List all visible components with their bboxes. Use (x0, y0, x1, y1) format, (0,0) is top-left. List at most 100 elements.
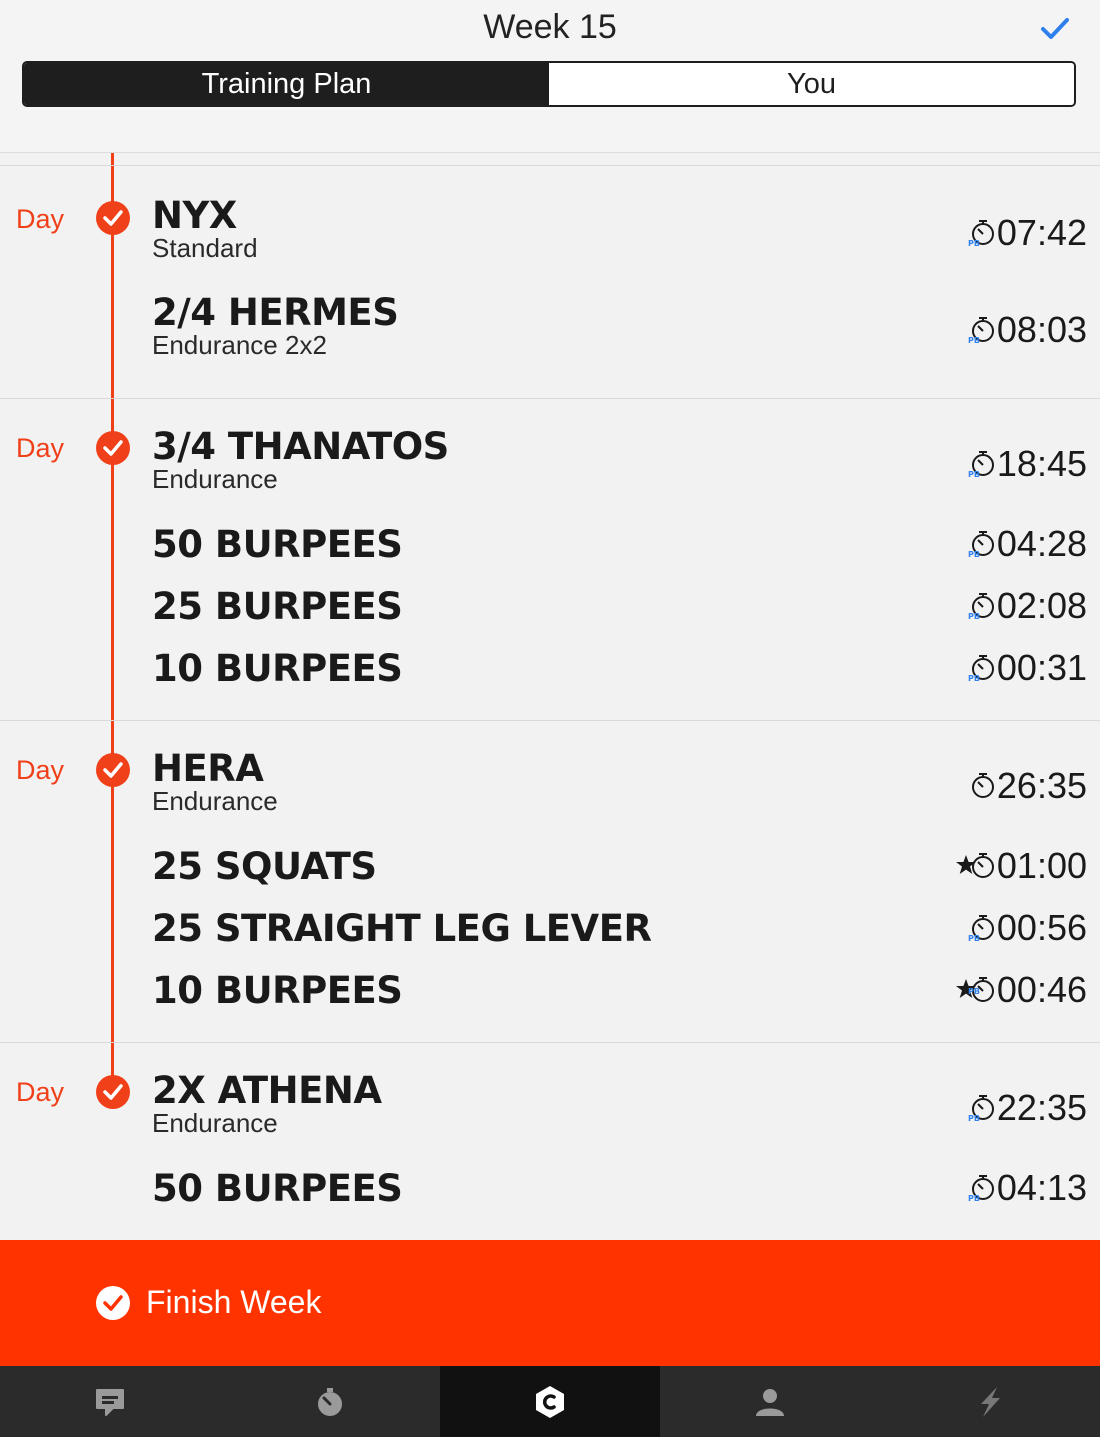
workout-name: 25 SQUATS (152, 845, 377, 888)
workout-time-group: 26:35 (968, 765, 1087, 807)
day-label: Day (16, 204, 65, 234)
check-circle-icon (96, 431, 130, 465)
workout-row[interactable]: 25 BURPEES PB 02:08 (152, 585, 1087, 629)
workout-time-group: PB 04:28 (968, 523, 1087, 565)
stopwatch-pb-icon: PB (968, 914, 996, 942)
tab-you[interactable]: You (549, 63, 1074, 105)
stopwatch-pb-icon: PB (968, 450, 996, 478)
workout-time-group: PB 07:42 (968, 212, 1087, 254)
stopwatch-pb-icon: PB (968, 1094, 996, 1122)
checkmark-icon[interactable] (1040, 14, 1070, 44)
workout-row[interactable]: HERA Endurance 26:35 (152, 747, 1087, 815)
workout-time-group: PB 08:03 (968, 309, 1087, 351)
day-label: Day (16, 755, 65, 785)
finish-week-label: Finish Week (146, 1284, 322, 1320)
workout-time-group: PB 18:45 (968, 443, 1087, 485)
check-circle-icon (96, 1075, 130, 1109)
check-circle-icon (96, 1286, 130, 1320)
header: Week 15 Training Plan You (0, 0, 1100, 153)
workout-row[interactable]: 50 BURPEES PB 04:13 (152, 1167, 1087, 1211)
workout-time-group: PB 00:46 (955, 969, 1087, 1011)
stopwatch-icon (318, 1387, 342, 1416)
workout-name: HERA (152, 747, 264, 790)
stopwatch-icon (968, 772, 996, 800)
workout-name: 10 BURPEES (152, 969, 403, 1012)
workout-row[interactable]: 10 BURPEES PB 00:31 (152, 647, 1087, 691)
chat-icon (96, 1388, 124, 1416)
tab-training-plan[interactable]: Training Plan (24, 63, 549, 105)
tab-profile[interactable] (660, 1366, 880, 1437)
svg-text:PB: PB (968, 239, 980, 247)
workout-time-group: PB 00:31 (968, 647, 1087, 689)
check-circle-icon (96, 753, 130, 787)
workout-time: 04:13 (996, 1167, 1087, 1208)
tab-chat[interactable] (0, 1366, 220, 1437)
workout-row[interactable]: 10 BURPEES PB 00:46 (152, 969, 1087, 1013)
workout-name: 2/4 HERMES (152, 291, 399, 334)
svg-text:PB: PB (968, 612, 980, 620)
stopwatch-pb-icon: PB (968, 219, 996, 247)
stopwatch-pb-icon: PB (968, 654, 996, 682)
workout-name: 2X ATHENA (152, 1069, 382, 1112)
workout-time: 04:28 (996, 523, 1087, 564)
svg-text:PB: PB (968, 987, 980, 996)
workout-subtitle: Standard (152, 233, 258, 263)
stopwatch-pb-icon: PB (968, 530, 996, 558)
svg-text:PB: PB (968, 1194, 980, 1202)
segmented-control: Training Plan You (22, 61, 1076, 107)
stopwatch-pb-icon: PB (968, 592, 996, 620)
workout-subtitle: Endurance 2x2 (152, 330, 327, 360)
tab-timer[interactable] (220, 1366, 440, 1437)
workout-row[interactable]: 2/4 HERMES Endurance 2x2 PB 08:03 (152, 291, 1087, 359)
svg-text:PB: PB (968, 470, 980, 478)
workout-subtitle: Endurance (152, 464, 278, 494)
stopwatch-pb-icon: PB (968, 316, 996, 344)
day-block: Day NYX Standard PB 07:42 2/4 HERMES End… (0, 165, 1100, 398)
workout-row[interactable]: 2X ATHENA Endurance PB 22:35 (152, 1069, 1087, 1137)
workout-time: 01:00 (996, 845, 1087, 886)
tab-home[interactable] (440, 1366, 660, 1437)
lightning-icon (981, 1386, 1000, 1417)
day-block: Day 3/4 THANATOS Endurance PB 18:45 50 B… (0, 398, 1100, 720)
workout-time-group: PB 04:13 (968, 1167, 1087, 1209)
workout-name: 3/4 THANATOS (152, 425, 449, 468)
check-circle-icon (96, 201, 130, 235)
workout-time: 08:03 (996, 309, 1087, 350)
svg-text:PB: PB (968, 1114, 980, 1122)
workout-name: 50 BURPEES (152, 1167, 403, 1210)
workout-subtitle: Endurance (152, 786, 278, 816)
workout-time: 18:45 (996, 443, 1087, 484)
stopwatch-pb-icon: PB (968, 1174, 996, 1202)
workout-time-group: 01:00 (955, 845, 1087, 887)
day-label: Day (16, 433, 65, 463)
workout-name: 50 BURPEES (152, 523, 403, 566)
workout-time: 02:08 (996, 585, 1087, 626)
workout-name: 25 BURPEES (152, 585, 403, 628)
c-logo-icon (536, 1385, 564, 1418)
day-block: Day 2X ATHENA Endurance PB 22:35 50 BURP… (0, 1042, 1100, 1240)
finish-week-button[interactable]: Finish Week (0, 1240, 1100, 1366)
workout-time: 00:46 (996, 969, 1087, 1010)
workout-time: 00:31 (996, 647, 1087, 688)
day-label: Day (16, 1077, 65, 1107)
workout-time-group: PB 02:08 (968, 585, 1087, 627)
workout-row[interactable]: 50 BURPEES PB 04:28 (152, 523, 1087, 567)
workout-row[interactable]: 3/4 THANATOS Endurance PB 18:45 (152, 425, 1087, 493)
workout-name: 10 BURPEES (152, 647, 403, 690)
svg-text:PB: PB (968, 336, 980, 344)
star-stopwatch-pb-icon: PB (955, 976, 996, 1004)
workout-name: 25 STRAIGHT LEG LEVER (152, 907, 652, 950)
tab-activity[interactable] (880, 1366, 1100, 1437)
week-list: Day NYX Standard PB 07:42 2/4 HERMES End… (0, 165, 1100, 1240)
page-title: Week 15 (483, 8, 617, 46)
svg-text:PB: PB (968, 934, 980, 942)
workout-row[interactable]: 25 SQUATS 01:00 (152, 845, 1087, 889)
workout-row[interactable]: 25 STRAIGHT LEG LEVER PB 00:56 (152, 907, 1087, 951)
workout-row[interactable]: NYX Standard PB 07:42 (152, 194, 1087, 262)
star-stopwatch-icon (955, 852, 996, 880)
svg-text:PB: PB (968, 550, 980, 558)
workout-time: 00:56 (996, 907, 1087, 948)
workout-name: NYX (152, 194, 237, 237)
svg-text:PB: PB (968, 674, 980, 682)
workout-time-group: PB 22:35 (968, 1087, 1087, 1129)
